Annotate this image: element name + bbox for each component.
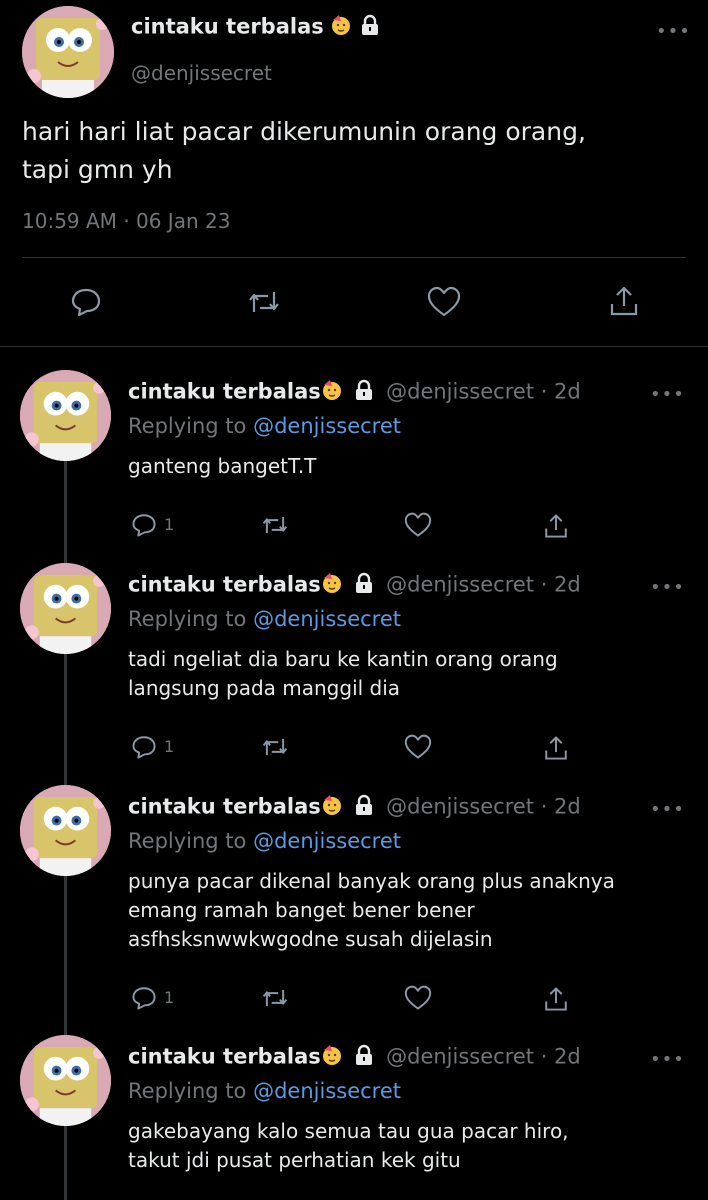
divider: [0, 346, 708, 347]
like-icon[interactable]: [404, 985, 432, 1011]
reply-text-line: takut jdi pusat perhatian kek gitu: [128, 1148, 461, 1172]
reply-text-line: gakebayang kalo semua tau gua pacar hiro…: [128, 1119, 569, 1143]
retweet-icon[interactable]: [260, 734, 290, 760]
share-icon[interactable]: [543, 512, 569, 540]
spongebob-avatar-image: [22, 6, 114, 98]
lock-icon: [353, 794, 375, 821]
divider: [22, 257, 686, 258]
avatar[interactable]: [20, 1035, 111, 1126]
spongebob-avatar-image: [20, 370, 111, 461]
reply-text: ganteng bangetT.T: [128, 452, 316, 481]
lock-icon: [353, 379, 375, 406]
reply-text-line: emang ramah banget bener bener: [128, 898, 475, 922]
spongebob-avatar-image: [20, 563, 111, 654]
display-name[interactable]: cintaku terbalas: [128, 380, 321, 404]
more-icon[interactable]: •••: [650, 801, 685, 819]
more-icon[interactable]: •••: [650, 1051, 685, 1069]
face-with-party-emoji-icon: [321, 379, 343, 406]
more-icon[interactable]: •••: [650, 386, 685, 404]
retweet-icon[interactable]: [260, 985, 290, 1011]
face-with-party-emoji-icon: [321, 794, 343, 821]
replying-to-label: Replying to: [128, 829, 247, 853]
reply-count: 1: [164, 515, 175, 534]
replying-to-handle[interactable]: @denjissecret: [253, 829, 401, 853]
reply-icon[interactable]: [131, 512, 157, 538]
replying-to-label: Replying to: [128, 607, 247, 631]
replying-to-label: Replying to: [128, 414, 247, 438]
like-icon[interactable]: [404, 734, 432, 760]
reply-text-line: tadi ngeliat dia baru ke kantin orang or…: [128, 647, 558, 671]
face-with-party-emoji-icon: [321, 1044, 343, 1071]
retweet-icon[interactable]: [246, 286, 282, 318]
reply-text-line: ganteng bangetT.T: [128, 454, 317, 478]
handle-and-time[interactable]: @denjissecret · 2d: [386, 1045, 581, 1069]
face-with-party-emoji-icon: [321, 572, 343, 599]
tweet-text-line: hari hari liat pacar dikerumunin orang o…: [22, 117, 586, 146]
replying-to-handle[interactable]: @denjissecret: [253, 607, 401, 631]
reply-text: gakebayang kalo semua tau gua pacar hiro…: [128, 1117, 569, 1175]
thread-line: [64, 652, 67, 786]
replying-to-handle[interactable]: @denjissecret: [253, 1079, 401, 1103]
share-icon[interactable]: [543, 985, 569, 1013]
thread-line: [64, 1125, 67, 1200]
lock-icon: [359, 14, 381, 41]
reply-count: 1: [164, 737, 175, 756]
thread-line: [64, 458, 67, 564]
handle-and-time[interactable]: @denjissecret · 2d: [386, 380, 581, 404]
display-name[interactable]: cintaku terbalas: [128, 573, 321, 597]
display-name[interactable]: cintaku terbalas: [131, 15, 324, 39]
reply-icon[interactable]: [131, 734, 157, 760]
reply-icon[interactable]: [131, 985, 157, 1011]
retweet-icon[interactable]: [260, 512, 290, 538]
more-icon[interactable]: •••: [656, 23, 691, 41]
share-icon[interactable]: [543, 734, 569, 762]
lock-icon: [353, 572, 375, 599]
avatar[interactable]: [20, 370, 111, 461]
reply-text: punya pacar dikenal banyak orang plus an…: [128, 867, 615, 954]
like-icon[interactable]: [427, 286, 461, 318]
reply-text: tadi ngeliat dia baru ke kantin orang or…: [128, 645, 558, 703]
more-icon[interactable]: •••: [650, 579, 685, 597]
reply-text-line: asfhsksnwwkwgodne susah dijelasin: [128, 927, 493, 951]
spongebob-avatar-image: [20, 1035, 111, 1126]
face-with-party-emoji-icon: [330, 14, 352, 41]
handle-and-time[interactable]: @denjissecret · 2d: [386, 795, 581, 819]
reply-count: 1: [164, 988, 175, 1007]
replying-to-label: Replying to: [128, 1079, 247, 1103]
thread-line: [64, 874, 67, 1036]
avatar[interactable]: [22, 6, 114, 98]
share-icon[interactable]: [608, 284, 640, 318]
avatar[interactable]: [20, 563, 111, 654]
replying-to-handle[interactable]: @denjissecret: [253, 414, 401, 438]
display-name[interactable]: cintaku terbalas: [128, 1045, 321, 1069]
reply-text-line: punya pacar dikenal banyak orang plus an…: [128, 869, 615, 893]
handle[interactable]: @denjissecret: [131, 61, 272, 85]
reply-text-line: langsung pada manggil dia: [128, 676, 401, 700]
handle-and-time[interactable]: @denjissecret · 2d: [386, 573, 581, 597]
lock-icon: [353, 1044, 375, 1071]
spongebob-avatar-image: [20, 785, 111, 876]
avatar[interactable]: [20, 785, 111, 876]
reply-icon[interactable]: [70, 286, 102, 318]
display-name[interactable]: cintaku terbalas: [128, 795, 321, 819]
like-icon[interactable]: [404, 512, 432, 538]
tweet-timestamp: 10:59 AM · 06 Jan 23: [22, 209, 231, 233]
tweet-text-line: tapi gmn yh: [22, 155, 173, 184]
